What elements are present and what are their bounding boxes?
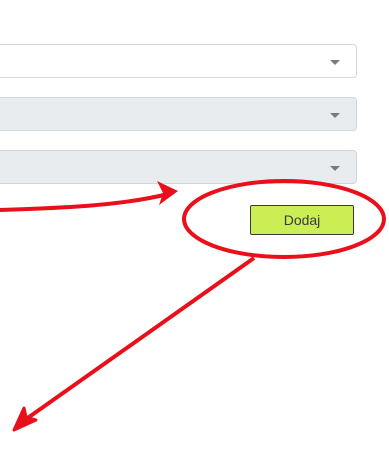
pointer-arrow-down-head [12, 406, 38, 432]
pointer-arrow-left-head [157, 181, 178, 205]
caret-down-icon [330, 166, 340, 171]
caret-down-icon [330, 113, 340, 118]
pointer-arrow-left [0, 192, 169, 212]
dropdown-select-1[interactable] [0, 44, 357, 78]
dropdown-select-3[interactable] [0, 150, 357, 184]
add-button[interactable]: Dodaj [250, 205, 354, 235]
caret-down-icon [330, 60, 340, 65]
pointer-arrow-down [20, 256, 256, 424]
page: Dodaj [0, 0, 389, 450]
dropdown-select-2[interactable] [0, 97, 357, 131]
